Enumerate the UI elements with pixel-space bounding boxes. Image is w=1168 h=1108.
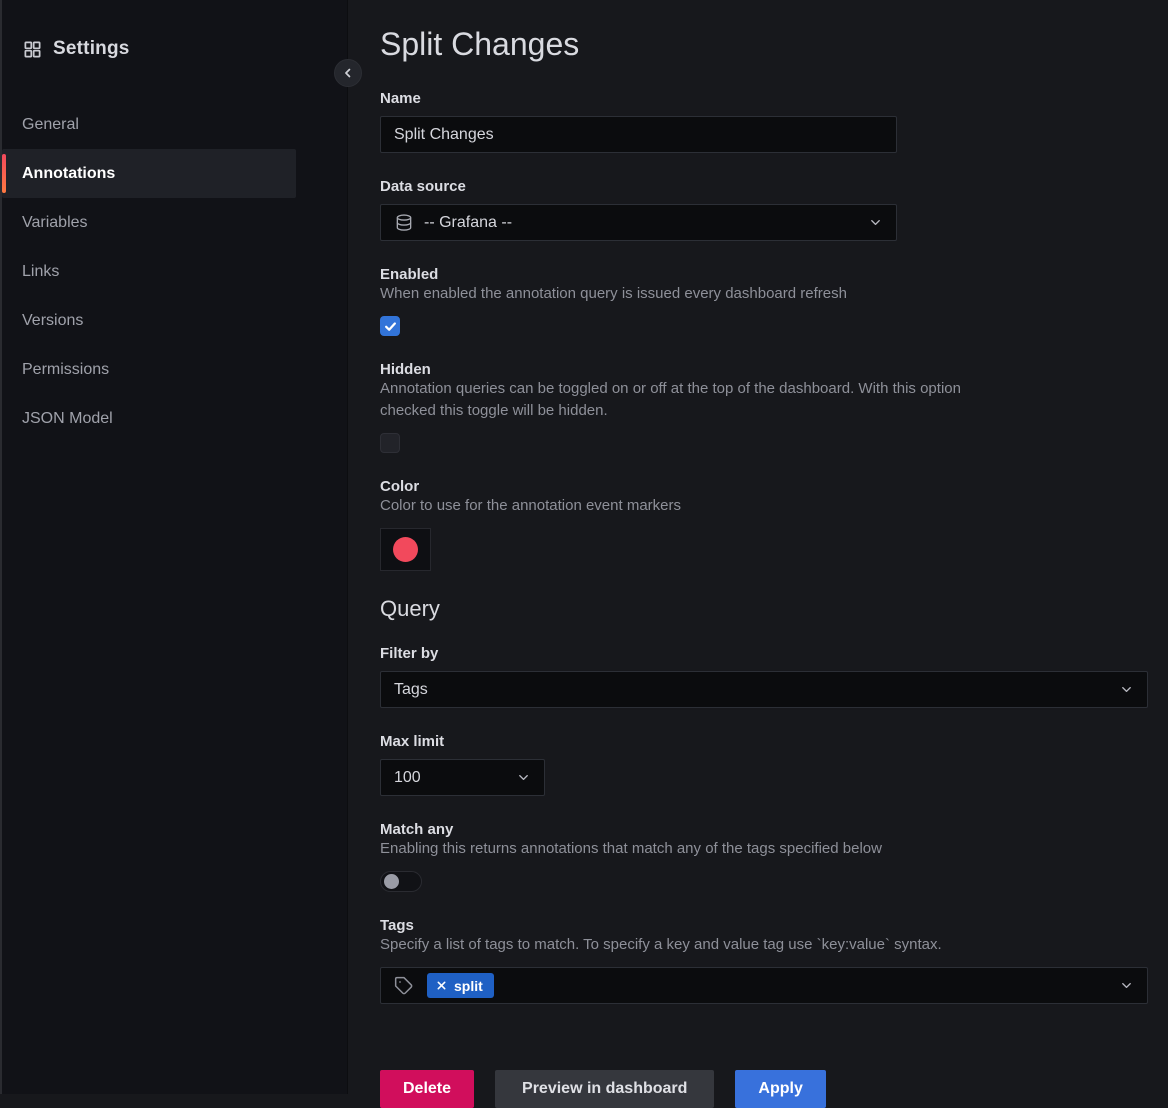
chevron-down-icon [1119, 682, 1134, 697]
sidebar-item-json-model[interactable]: JSON Model [2, 394, 296, 443]
sidebar-item-label: Variables [22, 214, 88, 232]
sidebar-item-variables[interactable]: Variables [2, 198, 296, 247]
collapse-sidebar-button[interactable] [334, 59, 362, 87]
settings-sidebar: Settings General Annotations Variables L… [0, 0, 348, 1094]
settings-nav: General Annotations Variables Links Vers… [0, 100, 347, 443]
annotation-color-dot [393, 537, 418, 562]
match-any-label: Match any [380, 821, 1148, 838]
match-any-description: Enabling this returns annotations that m… [380, 838, 962, 860]
sidebar-item-general[interactable]: General [2, 100, 296, 149]
data-source-label: Data source [380, 178, 1148, 195]
max-limit-value: 100 [394, 769, 516, 787]
color-picker[interactable] [380, 528, 431, 571]
chevron-left-icon [341, 66, 355, 80]
max-limit-field-group: Max limit 100 [380, 733, 1148, 796]
sidebar-item-label: Links [22, 263, 59, 281]
filter-by-field-group: Filter by Tags [380, 645, 1148, 708]
sidebar-item-label: Annotations [22, 165, 115, 183]
sidebar-item-label: Versions [22, 312, 83, 330]
hidden-checkbox[interactable] [380, 433, 400, 453]
delete-button[interactable]: Delete [380, 1070, 474, 1108]
tags-input[interactable]: split [380, 967, 1148, 1004]
enabled-checkbox[interactable] [380, 316, 400, 336]
window-edge [0, 0, 2, 1094]
sidebar-item-label: Permissions [22, 361, 109, 379]
tags-field-group: Tags Specify a list of tags to match. To… [380, 917, 1148, 1004]
name-field-group: Name [380, 90, 1148, 153]
sidebar-item-links[interactable]: Links [2, 247, 296, 296]
tag-value: split [454, 978, 483, 994]
footer-actions: Delete Preview in dashboard Apply [380, 1070, 1148, 1108]
hidden-description: Annotation queries can be toggled on or … [380, 378, 962, 422]
tag-pill-split[interactable]: split [427, 973, 494, 998]
chevron-down-icon [516, 770, 531, 785]
database-icon [394, 213, 414, 233]
tags-label: Tags [380, 917, 1148, 934]
data-source-value: -- Grafana -- [424, 214, 868, 232]
sidebar-item-label: JSON Model [22, 410, 113, 428]
name-label: Name [380, 90, 1148, 107]
active-indicator-bar [2, 154, 6, 193]
name-input[interactable] [380, 116, 897, 153]
query-section-heading: Query [380, 596, 1148, 622]
toggle-knob [384, 874, 399, 889]
tag-icon [394, 976, 414, 996]
color-label: Color [380, 478, 1148, 495]
sidebar-header: Settings [0, 38, 347, 60]
max-limit-label: Max limit [380, 733, 1148, 750]
filter-by-label: Filter by [380, 645, 1148, 662]
match-any-toggle[interactable] [380, 871, 422, 892]
sidebar-item-versions[interactable]: Versions [2, 296, 296, 345]
filter-by-select[interactable]: Tags [380, 671, 1148, 708]
chevron-down-icon [868, 215, 883, 230]
sidebar-item-permissions[interactable]: Permissions [2, 345, 296, 394]
apps-grid-icon [23, 40, 42, 59]
hidden-field-group: Hidden Annotation queries can be toggled… [380, 361, 1148, 453]
data-source-field-group: Data source -- Grafana -- [380, 178, 1148, 241]
remove-tag-icon[interactable] [436, 980, 447, 991]
match-any-field-group: Match any Enabling this returns annotati… [380, 821, 1148, 892]
page-title: Split Changes [380, 26, 1148, 63]
color-field-group: Color Color to use for the annotation ev… [380, 478, 1148, 571]
sidebar-item-annotations[interactable]: Annotations [2, 149, 296, 198]
data-source-select[interactable]: -- Grafana -- [380, 204, 897, 241]
annotation-settings-panel: Split Changes Name Data source -- Grafan… [348, 0, 1168, 1094]
enabled-description: When enabled the annotation query is iss… [380, 283, 962, 305]
enabled-field-group: Enabled When enabled the annotation quer… [380, 266, 1148, 336]
hidden-label: Hidden [380, 361, 1148, 378]
enabled-label: Enabled [380, 266, 1148, 283]
checkmark-icon [384, 320, 397, 333]
sidebar-title: Settings [53, 38, 130, 60]
max-limit-select[interactable]: 100 [380, 759, 545, 796]
filter-by-value: Tags [394, 681, 1119, 699]
tags-description: Specify a list of tags to match. To spec… [380, 934, 962, 956]
chevron-down-icon [1119, 978, 1134, 993]
sidebar-item-label: General [22, 116, 79, 134]
apply-button[interactable]: Apply [735, 1070, 825, 1108]
color-description: Color to use for the annotation event ma… [380, 495, 962, 517]
preview-in-dashboard-button[interactable]: Preview in dashboard [495, 1070, 714, 1108]
